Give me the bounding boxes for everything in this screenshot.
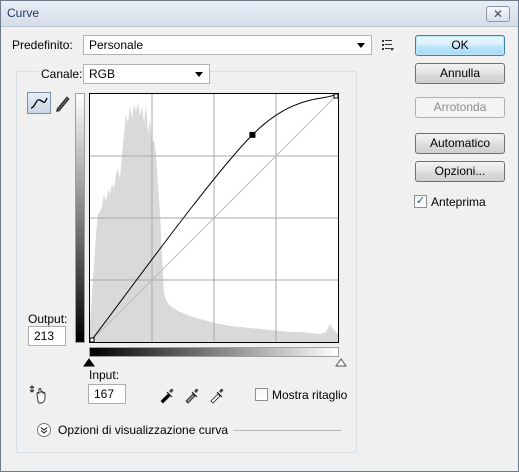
close-button[interactable]: ✕ bbox=[486, 6, 510, 22]
preset-options-icon[interactable] bbox=[381, 38, 395, 52]
channel-label: Canale: bbox=[39, 67, 85, 81]
input-label: Input: bbox=[89, 368, 120, 382]
cancel-button[interactable]: Annulla bbox=[415, 63, 505, 84]
close-icon: ✕ bbox=[492, 7, 504, 21]
curve-control-point[interactable] bbox=[333, 94, 338, 99]
black-eyedropper-icon[interactable] bbox=[158, 386, 176, 404]
preset-select[interactable]: Personale bbox=[83, 35, 372, 55]
output-label: Output: bbox=[28, 312, 68, 326]
title-bar: Curve ✕ bbox=[1, 1, 518, 27]
preset-value: Personale bbox=[89, 38, 144, 52]
input-field[interactable]: 167 bbox=[88, 384, 126, 404]
input-gradient-bar bbox=[89, 347, 339, 357]
curves-dialog: Curve ✕ Predefinito: Personale OK Annull… bbox=[0, 0, 519, 472]
preview-label: Anteprima bbox=[431, 195, 486, 209]
preview-checkbox[interactable]: ✓ bbox=[414, 195, 427, 208]
gray-eyedropper-icon[interactable] bbox=[183, 386, 201, 404]
output-gradient-bar bbox=[75, 93, 85, 343]
pencil-icon[interactable] bbox=[53, 92, 73, 114]
show-clipping-checkbox[interactable] bbox=[255, 388, 268, 401]
curve-display-options-label[interactable]: Opzioni di visualizzazione curva bbox=[58, 423, 228, 437]
auto-button[interactable]: Automatico bbox=[415, 133, 505, 154]
curve-control-point[interactable] bbox=[90, 337, 95, 342]
separator-line bbox=[233, 430, 341, 431]
ok-button[interactable]: OK bbox=[415, 35, 505, 56]
chevron-down-icon bbox=[357, 43, 365, 48]
white-point-slider[interactable] bbox=[335, 358, 347, 368]
chevron-down-circle-icon[interactable] bbox=[37, 423, 51, 437]
black-point-slider[interactable] bbox=[83, 358, 95, 368]
channel-select[interactable]: RGB bbox=[83, 64, 210, 84]
chevron-down-icon bbox=[195, 72, 203, 77]
output-field[interactable]: 213 bbox=[28, 326, 66, 346]
hand-adjust-icon[interactable] bbox=[29, 384, 51, 404]
curve-control-point[interactable] bbox=[249, 131, 256, 138]
white-eyedropper-icon[interactable] bbox=[208, 386, 226, 404]
smooth-button: Arrotonda bbox=[415, 97, 505, 118]
channel-value: RGB bbox=[89, 67, 116, 81]
preset-label: Predefinito: bbox=[12, 38, 73, 52]
window-title: Curve bbox=[7, 6, 40, 20]
curve-graph[interactable] bbox=[89, 93, 339, 343]
show-clipping-label: Mostra ritaglio bbox=[272, 388, 348, 402]
options-button[interactable]: Opzioni... bbox=[415, 161, 505, 182]
curve-edit-icon[interactable] bbox=[27, 92, 51, 114]
